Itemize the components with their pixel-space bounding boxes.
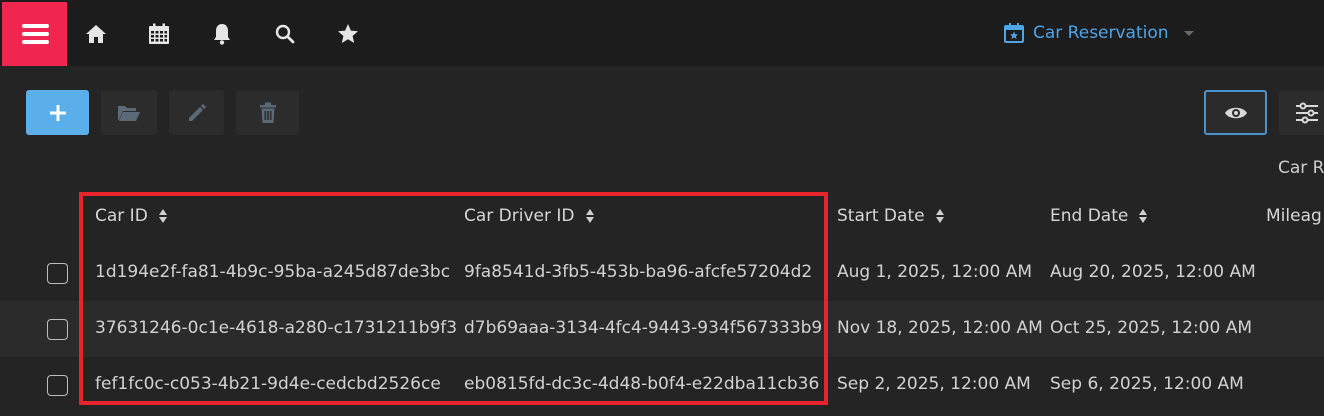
cell-car-id: 1d194e2f-fa81-4b9c-95ba-a245d87de3bc (95, 262, 451, 282)
star-icon[interactable] (336, 22, 360, 46)
calendar-icon[interactable] (147, 22, 171, 46)
cell-end-date: Oct 25, 2025, 12:00 AM (1050, 318, 1252, 338)
column-header-mileage[interactable]: Mileag (1266, 206, 1322, 226)
cell-start-date: Sep 2, 2025, 12:00 AM (837, 374, 1031, 394)
filter-settings-button[interactable] (1279, 90, 1324, 135)
row-checkbox[interactable] (47, 319, 68, 340)
table-row[interactable]: 1d194e2f-fa81-4b9c-95ba-a245d87de3bc 9fa… (0, 245, 1324, 301)
home-icon[interactable] (84, 22, 108, 46)
table-row[interactable]: 37631246-0c1e-4618-a280-c1731211b9f3 d7b… (0, 301, 1324, 357)
cell-end-date: Sep 6, 2025, 12:00 AM (1050, 374, 1244, 394)
open-button[interactable] (101, 90, 157, 135)
column-group-label: Car R (1278, 158, 1324, 178)
sort-icon (158, 209, 167, 223)
cell-car-id: 37631246-0c1e-4618-a280-c1731211b9f3 (95, 318, 458, 338)
top-navbar: Car Reservation (0, 0, 1324, 66)
edit-button[interactable] (169, 90, 224, 135)
folder-open-icon (118, 105, 140, 121)
sort-icon (585, 209, 594, 223)
cell-start-date: Aug 1, 2025, 12:00 AM (837, 262, 1032, 282)
chevron-down-icon (1183, 31, 1194, 36)
calendar-star-icon (1004, 23, 1024, 43)
plus-icon (49, 104, 66, 121)
table-row[interactable]: fef1fc0c-c053-4b21-9d4e-cedcbd2526ce eb0… (0, 357, 1324, 413)
menu-button[interactable] (2, 2, 67, 66)
cell-start-date: Nov 18, 2025, 12:00 AM (837, 318, 1043, 338)
cell-car-driver-id: eb0815fd-dc3c-4d48-b0f4-e22dba11cb36 (464, 374, 820, 394)
app-title: Car Reservation (1033, 23, 1169, 43)
sort-icon (935, 209, 944, 223)
eye-icon (1224, 107, 1247, 118)
cell-end-date: Aug 20, 2025, 12:00 AM (1050, 262, 1256, 282)
add-button[interactable] (26, 90, 89, 135)
column-header-car-id[interactable]: Car ID (95, 206, 168, 226)
sort-icon (1139, 209, 1148, 223)
view-toggle-button[interactable] (1204, 90, 1267, 135)
search-icon[interactable] (273, 22, 297, 46)
column-header-start-date[interactable]: Start Date (837, 206, 945, 226)
menu-icon-bar (22, 32, 49, 36)
row-checkbox[interactable] (47, 375, 68, 396)
cell-car-driver-id: d7b69aaa-3134-4fc4-9443-934f567333b9 (464, 318, 823, 338)
cell-car-id: fef1fc0c-c053-4b21-9d4e-cedcbd2526ce (95, 374, 441, 394)
cell-car-driver-id: 9fa8541d-3fb5-453b-ba96-afcfe57204d2 (464, 262, 813, 282)
sliders-icon (1296, 102, 1318, 123)
column-header-car-driver-id[interactable]: Car Driver ID (464, 206, 595, 226)
row-checkbox[interactable] (47, 263, 68, 284)
trash-icon (259, 102, 276, 123)
app-switcher[interactable]: Car Reservation (1003, 18, 1195, 48)
column-header-end-date[interactable]: End Date (1050, 206, 1148, 226)
app-root: Car Reservation Car R Car ID Car Driver … (0, 0, 1324, 416)
bell-icon[interactable] (210, 22, 234, 46)
pencil-icon (188, 103, 206, 121)
menu-icon (22, 24, 49, 28)
menu-icon-bar (22, 40, 49, 44)
delete-button[interactable] (236, 90, 299, 135)
